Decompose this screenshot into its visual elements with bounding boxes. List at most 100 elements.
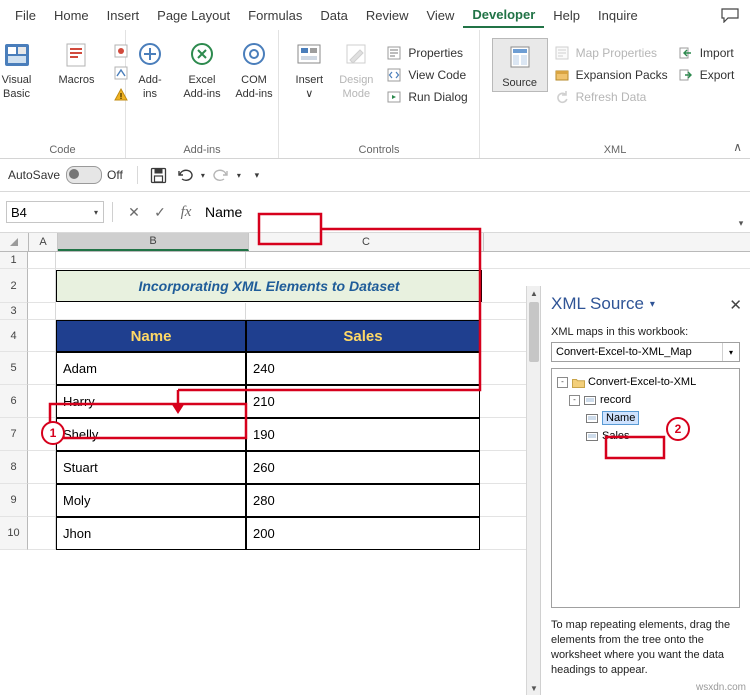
row-header-8[interactable]: 8 bbox=[0, 451, 28, 484]
column-header-a[interactable]: A bbox=[29, 233, 58, 251]
tab-formulas[interactable]: Formulas bbox=[239, 4, 311, 27]
row-header-7[interactable]: 7 bbox=[0, 418, 28, 451]
cell-b6[interactable]: Harry bbox=[56, 385, 246, 418]
scroll-up-icon[interactable]: ▲ bbox=[527, 286, 541, 300]
column-header-c[interactable]: C bbox=[249, 233, 484, 251]
name-box[interactable]: B4 ▾ bbox=[6, 201, 104, 223]
cell-b4-name-header[interactable]: Name bbox=[56, 320, 246, 352]
cell-a9[interactable] bbox=[28, 484, 56, 517]
redo-icon[interactable] bbox=[208, 163, 234, 187]
cell-a4[interactable] bbox=[28, 320, 56, 352]
sheet-vertical-scrollbar[interactable]: ▲ ▼ bbox=[526, 286, 541, 695]
view-code-button[interactable]: View Code bbox=[380, 64, 471, 86]
tab-home[interactable]: Home bbox=[45, 4, 98, 27]
undo-dropdown-icon[interactable]: ▾ bbox=[198, 163, 208, 187]
insert-control-button[interactable]: Insert ∨ bbox=[286, 36, 332, 102]
export-button[interactable]: Export bbox=[672, 64, 739, 86]
name-box-dropdown-icon[interactable]: ▾ bbox=[89, 208, 103, 217]
cancel-icon[interactable]: ✕ bbox=[121, 204, 147, 221]
scrollbar-thumb[interactable] bbox=[529, 302, 539, 362]
visual-basic-button[interactable]: Visual Basic bbox=[0, 36, 47, 102]
row-header-4[interactable]: 4 bbox=[0, 320, 28, 352]
map-properties-button[interactable]: Map Properties bbox=[548, 42, 672, 64]
tab-developer[interactable]: Developer bbox=[463, 3, 545, 28]
cell-c7[interactable]: 190 bbox=[246, 418, 480, 451]
row-header-9[interactable]: 9 bbox=[0, 484, 28, 517]
redo-dropdown-icon[interactable]: ▾ bbox=[234, 163, 244, 187]
autosave-toggle[interactable] bbox=[66, 166, 103, 184]
xml-pane-menu-icon[interactable]: ▾ bbox=[650, 299, 655, 310]
cell-b1[interactable] bbox=[56, 252, 246, 269]
cell-a2[interactable] bbox=[28, 269, 56, 303]
tab-review[interactable]: Review bbox=[357, 4, 418, 27]
row-header-5[interactable]: 5 bbox=[0, 352, 28, 385]
tree-node-record[interactable]: - record bbox=[555, 391, 736, 409]
tree-node-root[interactable]: - Convert-Excel-to-XML bbox=[555, 373, 736, 391]
column-header-b[interactable]: B bbox=[58, 233, 249, 251]
cell-c4-sales-header[interactable]: Sales bbox=[246, 320, 480, 352]
row-header-10[interactable]: 10 bbox=[0, 517, 28, 550]
tab-file[interactable]: File bbox=[6, 4, 45, 27]
row-header-6[interactable]: 6 bbox=[0, 385, 28, 418]
run-dialog-button[interactable]: Run Dialog bbox=[380, 86, 471, 108]
cell-b9[interactable]: Moly bbox=[56, 484, 246, 517]
excel-add-ins-button[interactable]: Excel Add-ins bbox=[176, 36, 228, 102]
close-icon[interactable]: ✕ bbox=[729, 296, 742, 314]
row-header-1[interactable]: 1 bbox=[0, 252, 28, 269]
chevron-down-icon[interactable]: ▾ bbox=[722, 343, 739, 361]
cell-b3[interactable] bbox=[56, 303, 246, 320]
cell-c5[interactable]: 240 bbox=[246, 352, 480, 385]
xml-map-select[interactable]: Convert-Excel-to-XML_Map ▾ bbox=[551, 342, 740, 362]
add-ins-button[interactable]: Add- ins bbox=[124, 36, 176, 102]
row-header-3[interactable]: 3 bbox=[0, 303, 28, 320]
enter-icon[interactable]: ✓ bbox=[147, 204, 173, 221]
cell-c8[interactable]: 260 bbox=[246, 451, 480, 484]
cell-c6[interactable]: 210 bbox=[246, 385, 480, 418]
cell-c1[interactable] bbox=[246, 252, 480, 269]
properties-button[interactable]: Properties bbox=[380, 42, 471, 64]
tab-data[interactable]: Data bbox=[311, 4, 356, 27]
cell-a6[interactable] bbox=[28, 385, 56, 418]
tree-toggle-root[interactable]: - bbox=[557, 376, 568, 388]
xml-source-button[interactable]: Source bbox=[491, 38, 548, 92]
cell-a3[interactable] bbox=[28, 303, 56, 320]
save-icon[interactable] bbox=[146, 163, 172, 187]
cell-b8[interactable]: Stuart bbox=[56, 451, 246, 484]
tree-toggle-record[interactable]: - bbox=[569, 394, 580, 406]
cell-b7[interactable]: Shelly bbox=[56, 418, 246, 451]
expansion-packs-button[interactable]: Expansion Packs bbox=[548, 64, 672, 86]
macros-button[interactable]: Macros bbox=[47, 36, 107, 88]
cell-c10[interactable]: 200 bbox=[246, 517, 480, 550]
formula-input[interactable]: Name bbox=[199, 201, 728, 223]
banner-title[interactable]: Incorporating XML Elements to Dataset bbox=[56, 270, 482, 302]
comments-icon[interactable] bbox=[718, 5, 742, 25]
cell-b5[interactable]: Adam bbox=[56, 352, 246, 385]
cell-d1[interactable] bbox=[480, 252, 750, 269]
tree-node-name[interactable]: Name bbox=[555, 409, 736, 427]
formula-bar-expand-icon[interactable]: ▾ bbox=[734, 214, 748, 232]
cell-c3[interactable] bbox=[246, 303, 480, 320]
tab-insert[interactable]: Insert bbox=[98, 4, 149, 27]
xml-tree[interactable]: - Convert-Excel-to-XML - record Name Sal… bbox=[551, 368, 740, 608]
customize-quick-access-icon[interactable]: ▾ bbox=[244, 163, 270, 187]
row-header-2[interactable]: 2 bbox=[0, 269, 28, 303]
com-add-ins-button[interactable]: COM Add-ins bbox=[228, 36, 280, 102]
cell-a8[interactable] bbox=[28, 451, 56, 484]
scroll-down-icon[interactable]: ▼ bbox=[527, 681, 541, 695]
import-button[interactable]: Import bbox=[672, 42, 739, 64]
collapse-ribbon-button[interactable]: ∧ bbox=[733, 140, 742, 154]
tab-inquire[interactable]: Inquire bbox=[589, 4, 647, 27]
select-all-corner[interactable] bbox=[0, 233, 29, 251]
cell-b10[interactable]: Jhon bbox=[56, 517, 246, 550]
cell-c9[interactable]: 280 bbox=[246, 484, 480, 517]
cell-a1[interactable] bbox=[28, 252, 56, 269]
tab-page-layout[interactable]: Page Layout bbox=[148, 4, 239, 27]
tab-view[interactable]: View bbox=[417, 4, 463, 27]
refresh-data-button[interactable]: Refresh Data bbox=[548, 86, 672, 108]
cell-a5[interactable] bbox=[28, 352, 56, 385]
undo-icon[interactable] bbox=[172, 163, 198, 187]
design-mode-button[interactable]: Design Mode bbox=[332, 36, 380, 102]
tab-help[interactable]: Help bbox=[544, 4, 589, 27]
cell-a10[interactable] bbox=[28, 517, 56, 550]
insert-function-icon[interactable]: fx bbox=[173, 204, 199, 221]
